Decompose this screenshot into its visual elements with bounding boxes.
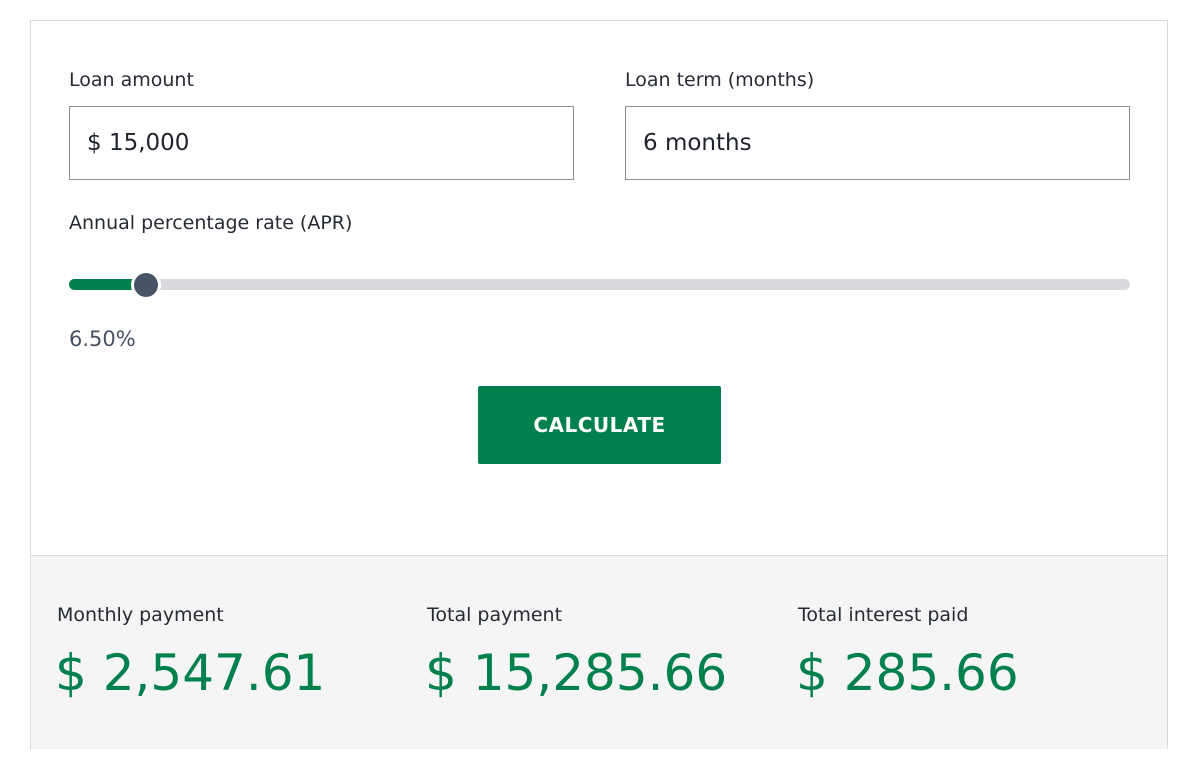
loan-term-input[interactable]: 6 months xyxy=(625,106,1130,180)
total-payment-label: Total payment xyxy=(427,604,563,626)
apr-value: 6.50% xyxy=(69,327,136,351)
total-interest-value: $ 285.66 xyxy=(796,644,1019,702)
loan-term-label: Loan term (months) xyxy=(625,69,815,91)
apr-slider-thumb[interactable] xyxy=(131,270,162,300)
loan-amount-input[interactable]: $ 15,000 xyxy=(69,106,574,180)
apr-label: Annual percentage rate (APR) xyxy=(69,212,353,234)
loan-amount-value: $ 15,000 xyxy=(87,130,190,156)
loan-term-value: 6 months xyxy=(643,130,752,156)
results-panel: Monthly payment $ 2,547.61 Total payment… xyxy=(31,555,1167,749)
monthly-payment-label: Monthly payment xyxy=(57,604,224,626)
total-payment-value: $ 15,285.66 xyxy=(425,644,728,702)
apr-slider-track[interactable] xyxy=(69,279,1130,290)
calculate-button[interactable]: CALCULATE xyxy=(478,386,721,464)
total-interest-label: Total interest paid xyxy=(798,604,969,626)
loan-calculator-card: Loan amount $ 15,000 Loan term (months) … xyxy=(30,20,1168,749)
apr-slider[interactable] xyxy=(69,270,1130,300)
monthly-payment-value: $ 2,547.61 xyxy=(55,644,326,702)
loan-amount-label: Loan amount xyxy=(69,69,194,91)
